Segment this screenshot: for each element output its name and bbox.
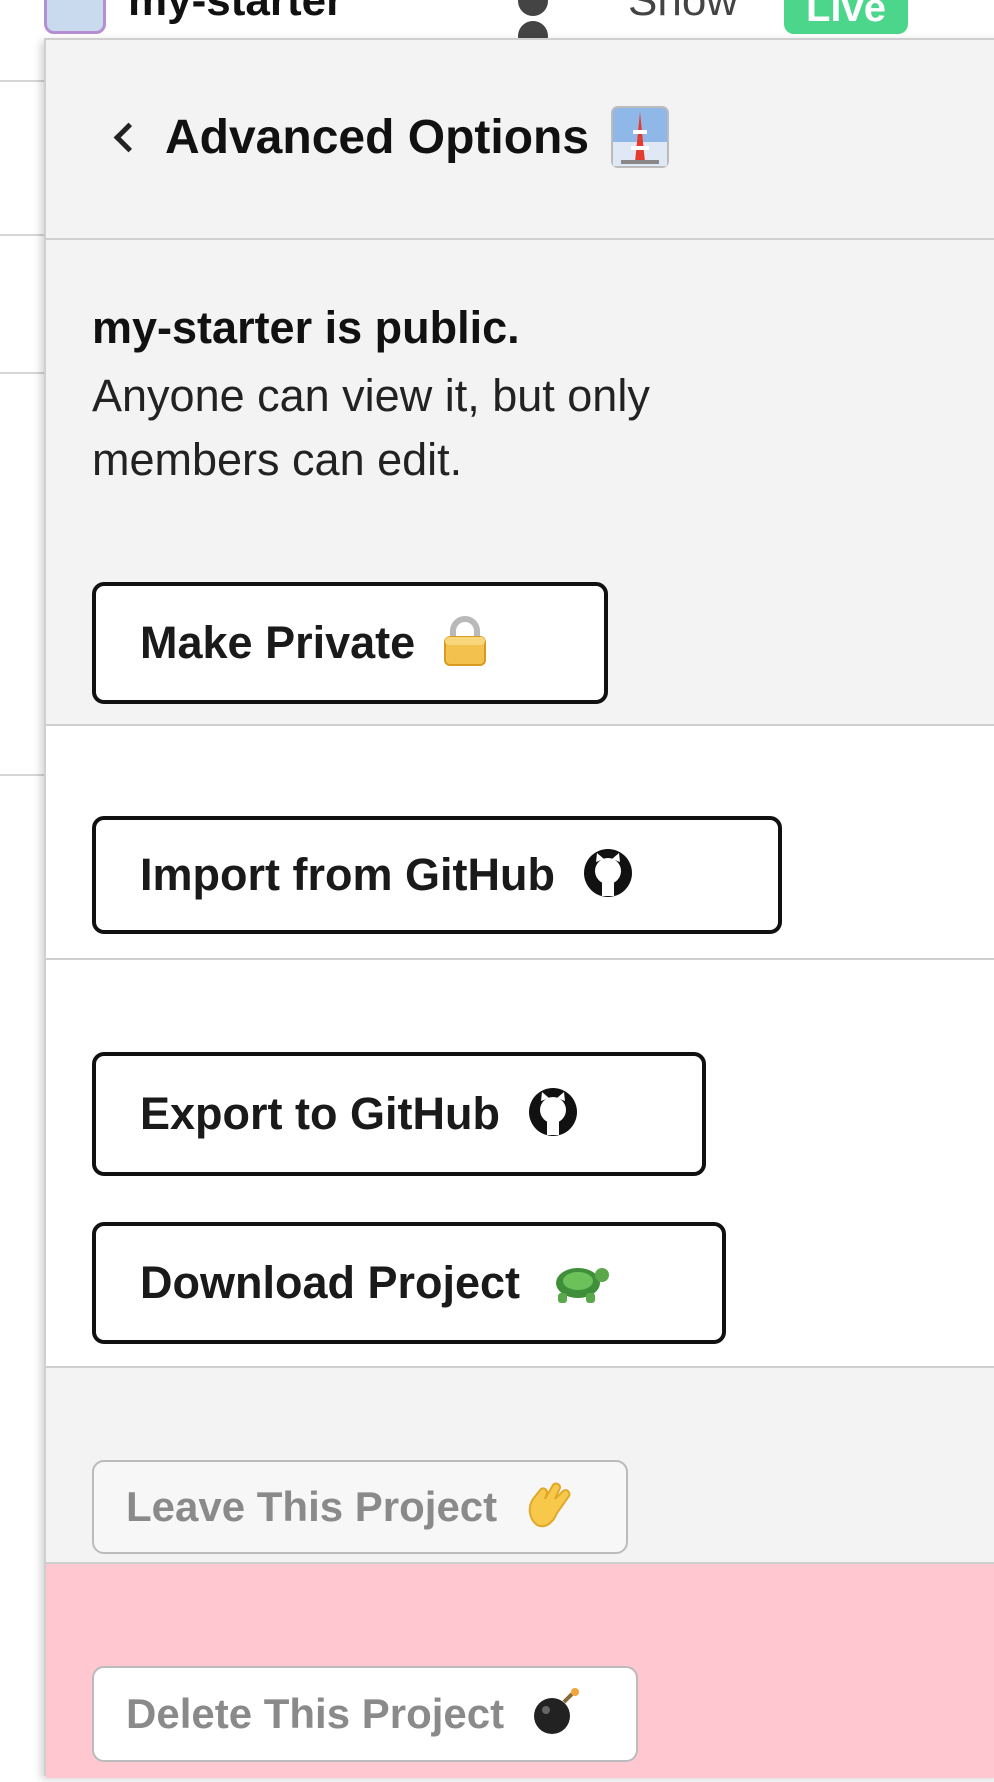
turtle-icon	[546, 1255, 612, 1312]
import-section: Import from GitHub	[46, 726, 994, 960]
advanced-options-popover: Advanced Options my-starter is public. A…	[44, 38, 994, 1778]
live-badge: Live	[784, 0, 908, 34]
editor-divider	[0, 80, 44, 82]
export-section: Export to GitHub Download Project	[46, 960, 994, 1368]
popover-title: Advanced Options	[165, 110, 590, 164]
project-topbar: my-starter Show Live	[0, 0, 994, 51]
export-to-github-button[interactable]: Export to GitHub	[92, 1052, 706, 1176]
delete-project-button[interactable]: Delete This Project	[92, 1666, 638, 1762]
waving-hand-icon	[523, 1479, 573, 1536]
download-label: Download Project	[140, 1257, 521, 1308]
visibility-description: Anyone can view it, but only members can…	[92, 370, 650, 485]
delete-section: Delete This Project	[46, 1564, 994, 1778]
make-private-button[interactable]: Make Private	[92, 582, 608, 704]
chevron-left-icon	[113, 122, 144, 152]
sunglasses-icon	[518, 0, 588, 51]
back-button[interactable]: Advanced Options	[112, 106, 670, 168]
editor-divider	[0, 372, 44, 374]
project-avatar[interactable]	[44, 0, 106, 34]
tokyo-tower-icon	[611, 106, 670, 168]
app-page: my-starter Show Live Advanced Options my…	[0, 0, 994, 1782]
project-name[interactable]: my-starter	[128, 0, 343, 26]
bomb-icon	[530, 1686, 582, 1743]
editor-divider	[0, 774, 44, 776]
import-label: Import from GitHub	[140, 849, 555, 900]
lock-icon	[441, 615, 489, 672]
github-icon	[581, 846, 635, 905]
import-from-github-button[interactable]: Import from GitHub	[92, 816, 782, 934]
delete-label: Delete This Project	[126, 1690, 505, 1737]
download-project-button[interactable]: Download Project	[92, 1222, 726, 1344]
leave-project-button[interactable]: Leave This Project	[92, 1460, 628, 1554]
export-label: Export to GitHub	[140, 1088, 500, 1139]
show-button[interactable]: Show	[628, 0, 738, 26]
visibility-status: my-starter is public.	[92, 302, 520, 353]
leave-label: Leave This Project	[126, 1483, 498, 1530]
github-icon	[526, 1085, 580, 1144]
popover-header: Advanced Options	[46, 40, 994, 240]
make-private-label: Make Private	[140, 617, 416, 668]
editor-divider	[0, 234, 44, 236]
visibility-section: my-starter is public. Anyone can view it…	[46, 240, 994, 726]
leave-section: Leave This Project	[46, 1368, 994, 1564]
